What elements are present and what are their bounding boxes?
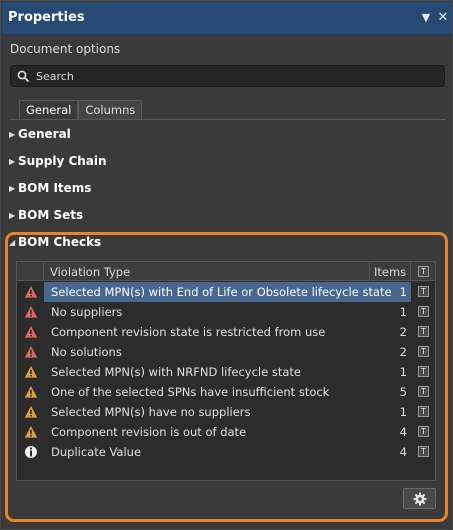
violation-type: Selected MPN(s) have no suppliers [51,405,251,419]
section-bom-sets[interactable]: ▶ BOM Sets [9,208,83,224]
column-separator [43,262,44,281]
violation-type: Selected MPN(s) with NRFND lifecycle sta… [51,365,301,379]
section-label: BOM Items [18,181,92,195]
row-filter-icon[interactable]: T [418,306,429,317]
items-count: 2 [399,345,407,359]
filter-icon[interactable]: T [418,266,429,277]
row-filter-icon[interactable]: T [418,286,429,297]
items-count: 4 [399,425,407,439]
warning-triangle-icon [24,386,38,398]
items-count: 4 [399,445,407,459]
gear-icon [413,492,427,506]
expand-arrow-icon: ▶ [9,157,16,166]
table-row[interactable]: Component revision is out of date 4 T [17,422,435,442]
warning-triangle-icon [24,426,38,438]
violation-type: No solutions [51,345,122,359]
table-row[interactable]: Duplicate Value 4 T [17,442,435,462]
error-triangle-icon [24,346,38,358]
section-bom-checks[interactable]: ◢ BOM Checks [9,235,101,251]
row-filter-icon[interactable]: T [418,346,429,357]
search-box[interactable] [10,65,445,87]
table-row[interactable]: No suppliers 1 T [17,302,435,322]
items-count: 1 [399,365,407,379]
dropdown-arrow-icon[interactable]: ▼ [419,11,433,25]
row-filter-icon[interactable]: T [418,326,429,337]
document-options-label: Document options [10,42,121,56]
properties-panel: Properties ▼ ✕ Document options General … [0,0,453,530]
items-count: 5 [399,385,407,399]
panel-title: Properties [8,10,85,25]
row-filter-icon[interactable]: T [418,446,429,457]
header-violation-type[interactable]: Violation Type [50,265,130,279]
error-triangle-icon [24,306,38,318]
tab-columns[interactable]: Columns [78,100,143,120]
section-label: BOM Sets [18,208,84,222]
warning-triangle-icon [24,406,38,418]
error-triangle-icon [24,286,38,298]
error-triangle-icon [24,326,38,338]
items-count: 1 [399,405,407,419]
column-separator [369,262,370,281]
section-general[interactable]: ▶ General [9,127,71,143]
violation-type: Component revision is out of date [51,425,247,439]
table-row[interactable]: Component revision state is restricted f… [17,322,435,342]
row-filter-icon[interactable]: T [418,386,429,397]
section-label: General [18,127,71,141]
collapse-arrow-icon: ◢ [9,238,16,247]
warning-triangle-icon [24,366,38,378]
expand-arrow-icon: ▶ [9,184,16,193]
tab-divider [9,119,446,120]
items-count: 1 [399,305,407,319]
bom-checks-grid: Violation Type Items T Selected MPN(s) w… [16,261,436,481]
row-filter-icon[interactable]: T [418,406,429,417]
header-items[interactable]: Items [374,265,406,279]
violation-type: One of the selected SPNs have insufficie… [51,385,330,399]
expand-arrow-icon: ▶ [9,130,16,139]
table-row[interactable]: Selected MPN(s) have no suppliers 1 T [17,402,435,422]
violation-type: Selected MPN(s) with End of Life or Obso… [51,285,392,299]
table-row[interactable]: Selected MPN(s) with NRFND lifecycle sta… [17,362,435,382]
info-circle-icon [25,446,37,458]
items-count: 2 [399,325,407,339]
section-bom-items[interactable]: ▶ BOM Items [9,181,91,197]
tab-strip: General Columns [19,100,143,120]
expand-arrow-icon: ▶ [9,211,16,220]
items-count: 1 [399,285,407,299]
section-label: BOM Checks [18,235,102,249]
row-filter-icon[interactable]: T [418,426,429,437]
panel-titlebar: Properties ▼ ✕ [2,2,452,35]
table-row[interactable]: Selected MPN(s) with End of Life or Obso… [17,282,435,302]
table-row[interactable]: No solutions 2 T [17,342,435,362]
section-supply-chain[interactable]: ▶ Supply Chain [9,154,107,170]
column-separator [410,262,411,281]
grid-header: Violation Type Items T [17,262,435,281]
close-icon[interactable]: ✕ [436,11,450,25]
table-row[interactable]: One of the selected SPNs have insufficie… [17,382,435,402]
violation-type: No suppliers [51,305,123,319]
tab-general[interactable]: General [19,100,79,120]
search-input[interactable] [36,68,436,84]
violation-type: Duplicate Value [51,445,142,459]
settings-button[interactable] [403,488,436,509]
section-label: Supply Chain [18,154,107,168]
search-icon [17,70,30,83]
row-filter-icon[interactable]: T [418,366,429,377]
violation-type: Component revision state is restricted f… [51,325,326,339]
